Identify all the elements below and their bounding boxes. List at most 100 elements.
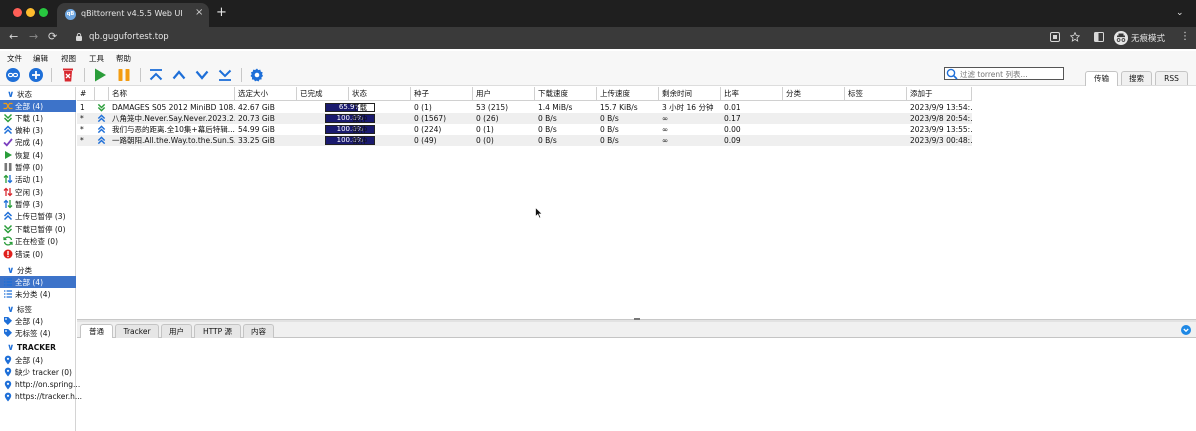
category-section-header[interactable]: ∨ 分类: [7, 265, 32, 276]
torrent-filter-box[interactable]: [944, 67, 1064, 80]
tab-http-sources[interactable]: HTTP 源: [194, 324, 241, 338]
category-item-all[interactable]: 全部 (4): [0, 276, 76, 288]
tracker-item-https[interactable]: https://tracker.h...: [0, 391, 82, 403]
incognito-avatar-icon[interactable]: [1114, 31, 1128, 45]
menu-tools[interactable]: 工具: [89, 53, 104, 64]
pause-icon[interactable]: [116, 67, 132, 83]
tab-content[interactable]: 内容: [243, 324, 274, 338]
tags-cell: [845, 113, 907, 124]
tracker-section-header[interactable]: ∨ TRACKER: [7, 343, 56, 354]
tab-list-chevron-icon[interactable]: ⌄: [1176, 8, 1184, 18]
column-header-upload-speed[interactable]: 上传速度: [597, 87, 659, 101]
status-item-upload-stalled[interactable]: 上传已暂停 (3): [0, 210, 76, 222]
resume-play-icon[interactable]: [92, 67, 108, 83]
install-app-icon[interactable]: [1050, 32, 1060, 42]
status-item-errored[interactable]: 错误 (0): [0, 248, 76, 260]
new-tab-button[interactable]: +: [216, 6, 227, 19]
back-button[interactable]: ←: [9, 31, 18, 43]
omnibox[interactable]: qb.gugufortest.top: [70, 30, 1070, 46]
status-item-downloading[interactable]: 下载 (1): [0, 112, 76, 124]
status-item-inactive[interactable]: 空闲 (3): [0, 186, 76, 198]
site-info-icon[interactable]: [76, 33, 82, 41]
browser-menu-icon[interactable]: ⋮: [1180, 31, 1190, 42]
move-up-icon[interactable]: [171, 67, 187, 83]
menu-help[interactable]: 帮助: [116, 53, 131, 64]
menu-view[interactable]: 视图: [61, 53, 76, 64]
browser-tab[interactable]: qB qBittorrent v4.5.5 Web UI ×: [57, 3, 209, 27]
eta-cell: 3 小时 16 分钟: [662, 103, 714, 112]
table-row[interactable]: * 八角笼中.Never.Say.Never.2023.2... 20.73 G…: [77, 113, 972, 124]
tab-general[interactable]: 普通: [80, 324, 113, 338]
status-item-resumed[interactable]: 恢复 (4): [0, 149, 76, 161]
add-torrent-file-icon[interactable]: [28, 67, 44, 83]
reload-button[interactable]: ⟳: [48, 31, 57, 43]
menu-edit[interactable]: 编辑: [33, 53, 48, 64]
column-header-seeds[interactable]: 种子: [411, 87, 473, 101]
side-panel-icon[interactable]: [1094, 32, 1104, 42]
added-on-cell: 2023/9/9 13:55:...: [910, 125, 972, 134]
status-item-seeding[interactable]: 做种 (3): [0, 124, 76, 136]
column-header-added-on[interactable]: 添加于: [907, 87, 972, 101]
window-zoom-button[interactable]: [39, 8, 48, 17]
column-header-category[interactable]: 分类: [783, 87, 845, 101]
status-item-checking[interactable]: 正在检查 (0): [0, 235, 76, 247]
details-tab-bar: 普通 Tracker 用户 HTTP 源 内容: [77, 322, 1196, 338]
status-item-all[interactable]: 全部 (4): [0, 100, 76, 112]
tab-rss[interactable]: RSS: [1155, 71, 1188, 85]
table-row[interactable]: * 一路朝阳.All.the.Way.to.the.Sun.S... 33.25…: [77, 135, 972, 146]
move-down-icon[interactable]: [194, 67, 210, 83]
column-header-name[interactable]: 名称: [109, 87, 235, 101]
collapse-details-icon[interactable]: [1181, 325, 1191, 335]
options-gear-icon[interactable]: [249, 67, 265, 83]
seeds-cell: 0 (1567): [414, 114, 447, 123]
column-header-tags[interactable]: 标签: [845, 87, 907, 101]
tags-section-header[interactable]: ∨ 标签: [7, 304, 32, 315]
window-minimize-button[interactable]: [26, 8, 35, 17]
column-header-status[interactable]: 状态: [349, 87, 411, 101]
category-item-uncategorized[interactable]: 未分类 (4): [0, 288, 76, 300]
priority-cell: *: [80, 125, 84, 134]
status-item-paused[interactable]: 暂停 (0): [0, 161, 76, 173]
column-header-ratio[interactable]: 比率: [721, 87, 783, 101]
move-to-bottom-icon[interactable]: [217, 67, 233, 83]
splitter-grip-icon[interactable]: [634, 318, 640, 320]
column-header-download-speed[interactable]: 下载速度: [535, 87, 597, 101]
tracker-item-trackerless[interactable]: 缺少 tracker (0): [0, 366, 76, 378]
column-header-eta[interactable]: 剩余时间: [659, 87, 721, 101]
size-cell: 54.99 GiB: [238, 125, 275, 134]
tab-transfers[interactable]: 传输: [1085, 71, 1118, 86]
bookmark-star-icon[interactable]: [1070, 32, 1080, 42]
column-header-peers[interactable]: 用户: [473, 87, 535, 101]
table-row[interactable]: * 我们与恶的距离.全10集+幕后特辑.... 54.99 GiB 100.0%…: [77, 124, 972, 135]
tab-close-icon[interactable]: ×: [195, 8, 203, 18]
menu-file[interactable]: 文件: [7, 53, 22, 64]
add-torrent-link-icon[interactable]: [5, 67, 21, 83]
delete-torrent-icon[interactable]: [60, 67, 76, 83]
torrent-table: # 名称 选定大小 已完成 状态 种子 用户 下载速度 上传速度 剩余时间 比率…: [77, 87, 1196, 319]
incognito-label[interactable]: 无痕模式: [1131, 32, 1165, 44]
size-cell: 33.25 GiB: [238, 136, 275, 145]
column-header-progress[interactable]: 已完成: [297, 87, 349, 101]
forward-button[interactable]: →: [29, 31, 38, 43]
tracker-item-spring[interactable]: http://on.spring...: [0, 379, 80, 391]
status-item-stalled[interactable]: 暂停 (3): [0, 198, 76, 210]
tags-section-title: 标签: [17, 305, 32, 314]
tag-item-all[interactable]: 全部 (4): [0, 315, 76, 327]
tab-trackers[interactable]: Tracker: [115, 324, 159, 338]
tag-item-untagged[interactable]: 无标签 (4): [0, 327, 76, 339]
status-section-header[interactable]: ∨ 状态: [7, 89, 32, 100]
torrent-filter-input[interactable]: [960, 69, 1060, 79]
column-header-priority[interactable]: #: [77, 87, 95, 101]
window-close-button[interactable]: [13, 8, 22, 17]
status-item-completed[interactable]: 完成 (4): [0, 136, 76, 148]
column-header-state-icon[interactable]: [95, 87, 109, 101]
column-header-size[interactable]: 选定大小: [235, 87, 297, 101]
status-item-download-stalled[interactable]: 下载已暂停 (0): [0, 223, 76, 235]
table-row[interactable]: 1 DAMAGES S05 2012 MiniBD 108... 42.67 G…: [77, 102, 972, 113]
tab-search[interactable]: 搜索: [1121, 71, 1152, 85]
tracker-item-all[interactable]: 全部 (4): [0, 354, 76, 366]
move-to-top-icon[interactable]: [148, 67, 164, 83]
shuffle-icon: [3, 102, 13, 110]
status-item-active[interactable]: 活动 (1): [0, 173, 76, 185]
tab-peers[interactable]: 用户: [161, 324, 192, 338]
